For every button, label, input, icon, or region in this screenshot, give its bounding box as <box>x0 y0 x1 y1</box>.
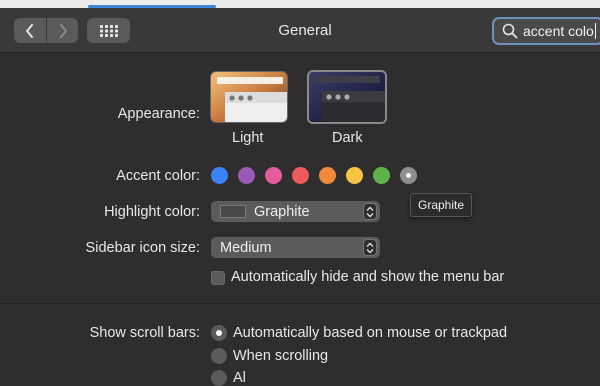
scroll-always-radio[interactable] <box>211 370 227 386</box>
highlight-color-swatch <box>220 205 246 218</box>
scroll-when-scrolling-label: When scrolling <box>233 348 329 364</box>
popup-stepper <box>363 239 377 256</box>
accent-swatch-purple[interactable] <box>238 167 255 184</box>
accent-swatch-green[interactable] <box>373 167 390 184</box>
scroll-auto-radio[interactable] <box>211 325 227 341</box>
appearance-light-label: Light <box>232 130 264 146</box>
appearance-label: Appearance: <box>117 106 200 122</box>
search-icon <box>502 23 518 39</box>
search-input[interactable]: accent colo <box>523 23 594 39</box>
dark-thumbnail <box>309 72 385 122</box>
highlight-color-popup[interactable]: Graphite <box>211 201 380 222</box>
accent-swatch-pink[interactable] <box>265 167 282 184</box>
toolbar: General accent colo <box>0 8 600 53</box>
appearance-dark-option[interactable] <box>307 70 387 124</box>
search-field[interactable]: accent colo <box>492 17 600 45</box>
popup-stepper <box>363 203 377 220</box>
text-caret <box>594 23 596 39</box>
accent-color-label: Accent color: <box>116 168 200 184</box>
sidebar-icon-size-popup[interactable]: Medium <box>211 237 380 258</box>
scroll-auto-label: Automatically based on mouse or trackpad <box>233 325 508 341</box>
section-divider <box>0 303 600 304</box>
accent-tooltip: Graphite <box>410 193 473 217</box>
highlight-color-value: Graphite <box>254 203 310 220</box>
sidebar-icon-size-label: Sidebar icon size: <box>85 240 200 256</box>
menubar-autohide-checkbox[interactable] <box>211 271 225 285</box>
accent-swatch-orange[interactable] <box>319 167 336 184</box>
accent-swatch-blue[interactable] <box>211 167 228 184</box>
sidebar-icon-size-value: Medium <box>220 239 272 256</box>
window-top-strip <box>0 0 600 8</box>
accent-swatch-graphite[interactable] <box>400 167 417 184</box>
highlight-color-label: Highlight color: <box>104 204 200 220</box>
scroll-when-scrolling-radio[interactable] <box>211 348 227 364</box>
accent-swatch-yellow[interactable] <box>346 167 363 184</box>
up-down-arrows-icon <box>366 206 374 217</box>
up-down-arrows-icon <box>366 242 374 253</box>
appearance-light-option[interactable] <box>210 71 288 123</box>
menubar-autohide-label: Automatically hide and show the menu bar <box>231 269 505 285</box>
accent-swatch-red[interactable] <box>292 167 309 184</box>
appearance-dark-label: Dark <box>332 130 363 146</box>
scroll-always-label: Al <box>233 370 246 386</box>
light-thumbnail <box>211 72 287 122</box>
show-scroll-bars-label: Show scroll bars: <box>89 325 200 341</box>
